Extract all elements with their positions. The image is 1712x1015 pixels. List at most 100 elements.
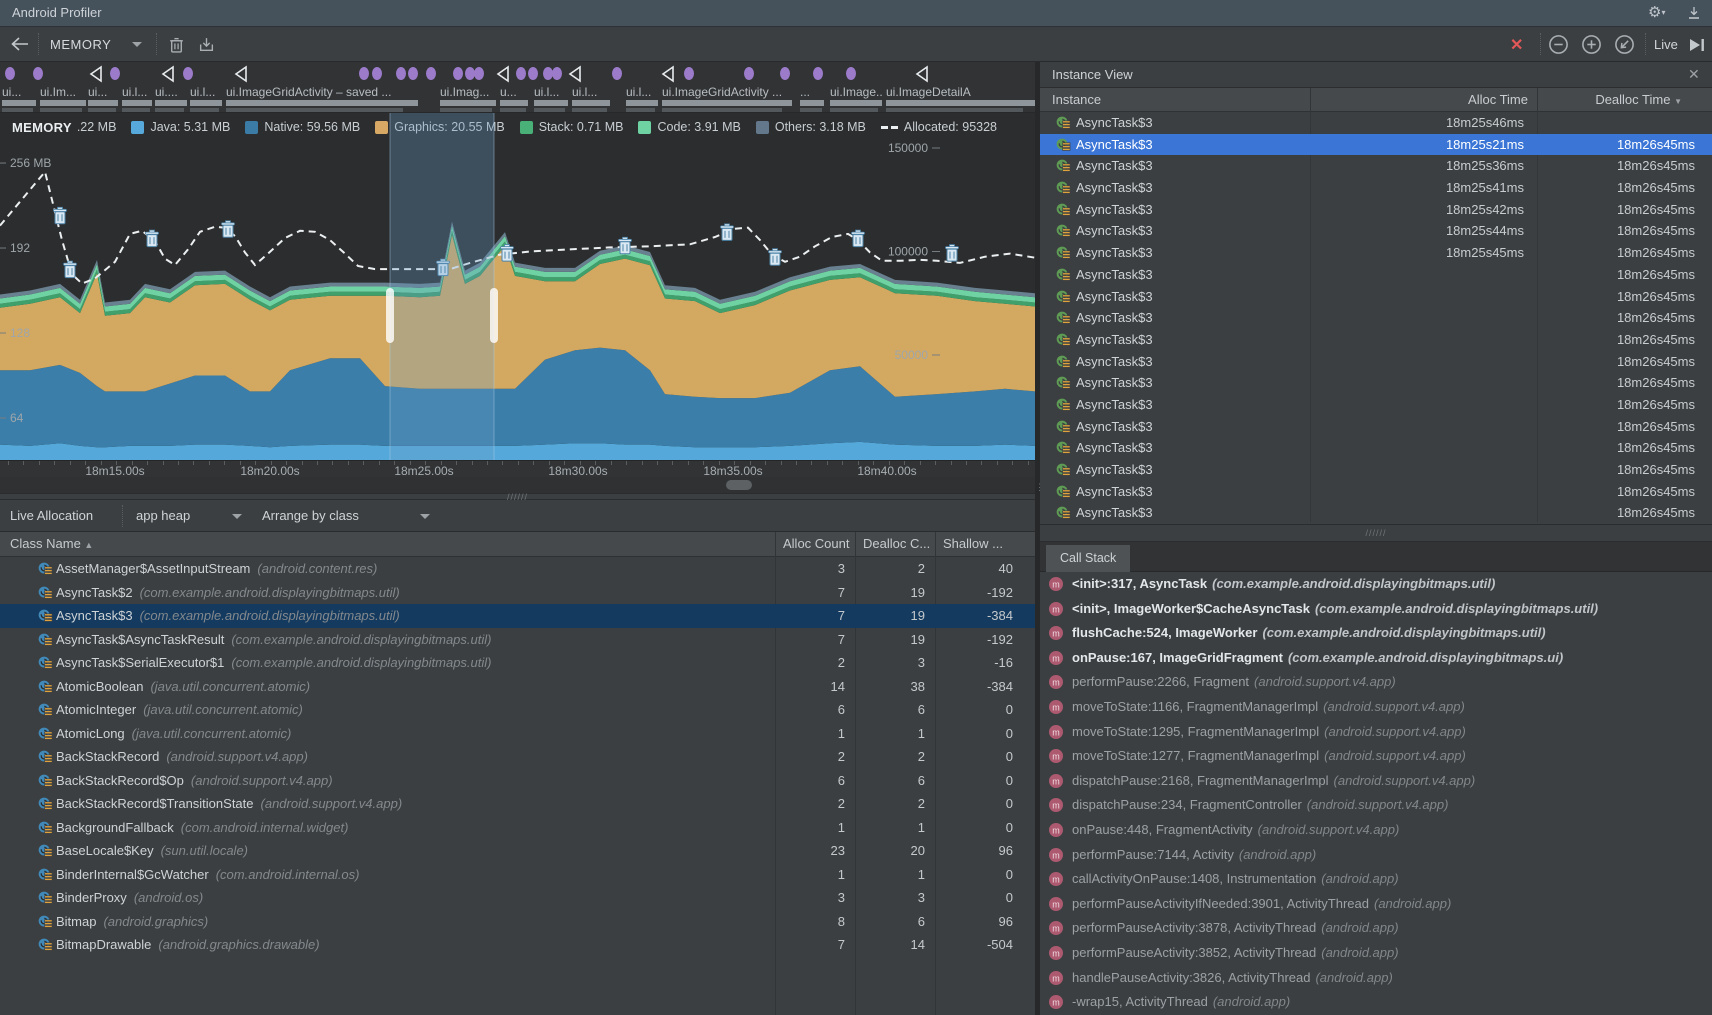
back-event-icon[interactable] <box>661 65 675 83</box>
activity-segment[interactable]: ui... <box>88 85 118 113</box>
stack-frame[interactable]: moveToState:1277, FragmentManagerImpl(an… <box>1040 744 1712 769</box>
close-icon[interactable]: ✕ <box>1688 66 1700 83</box>
time-range-selection[interactable] <box>390 113 494 460</box>
table-row[interactable]: AtomicInteger(java.util.concurrent.atomi… <box>0 698 1035 722</box>
gc-event-icon[interactable] <box>769 249 782 266</box>
activity-segment[interactable]: ui.l... <box>626 85 658 113</box>
activity-segment[interactable]: ui.... <box>155 85 187 113</box>
chevron-down-icon[interactable] <box>132 42 142 47</box>
table-row[interactable]: BackStackRecord(android.support.v4.app) … <box>0 745 1035 769</box>
table-row[interactable]: BackStackRecord$TransitionState(android.… <box>0 792 1035 816</box>
back-arrow-icon[interactable] <box>10 36 30 52</box>
stack-frame[interactable]: callActivityOnPause:1408, Instrumentatio… <box>1040 867 1712 892</box>
horizontal-splitter[interactable]: ////// <box>0 493 1035 500</box>
activity-event-dot[interactable] <box>528 67 538 80</box>
zoom-in-icon[interactable] <box>1581 34 1602 55</box>
gc-event-icon[interactable] <box>501 245 514 262</box>
column-class-name[interactable]: Class Name ▲ <box>10 536 93 551</box>
instance-row[interactable]: AsyncTask$3 18m26s45ms <box>1040 481 1712 503</box>
instance-row[interactable]: AsyncTask$3 18m26s45ms <box>1040 286 1712 308</box>
scrollbar-handle[interactable] <box>726 480 752 490</box>
gc-event-icon[interactable] <box>146 230 159 247</box>
timeline-scrollbar[interactable] <box>0 477 1035 493</box>
stack-frame[interactable]: flushCache:524, ImageWorker(com.example.… <box>1040 621 1712 646</box>
table-row[interactable]: BaseLocale$Key(sun.util.locale) 23 20 96 <box>0 839 1035 863</box>
stack-frame[interactable]: dispatchPause:2168, FragmentManagerImpl(… <box>1040 769 1712 794</box>
table-row[interactable]: AsyncTask$SerialExecutor$1(com.example.a… <box>0 651 1035 675</box>
gc-event-icon[interactable] <box>946 245 959 262</box>
activity-segment[interactable]: ui... <box>2 85 36 113</box>
table-row[interactable]: BinderProxy(android.os) 3 3 0 <box>0 886 1035 910</box>
instance-row[interactable]: AsyncTask$3 18m26s45ms <box>1040 437 1712 459</box>
activity-timeline[interactable]: ui... ui.Im... ui... ui.l... ui.... ui.l… <box>0 85 1035 113</box>
column-dealloc-time[interactable]: Dealloc Time ▼ <box>1558 92 1682 107</box>
back-event-icon[interactable] <box>915 65 929 83</box>
activity-event-dot[interactable] <box>5 67 15 80</box>
instance-row[interactable]: AsyncTask$3 18m26s45ms <box>1040 416 1712 438</box>
activity-event-dot[interactable] <box>516 67 526 80</box>
tab-call-stack[interactable]: Call Stack <box>1046 545 1130 572</box>
activity-segment[interactable]: ui.ImageGridActivity – saved ... <box>226 85 418 113</box>
activity-segment[interactable]: ... <box>800 85 824 113</box>
table-row[interactable]: AsyncTask$2(com.example.android.displayi… <box>0 581 1035 605</box>
back-event-icon[interactable] <box>496 65 510 83</box>
column-alloc-time[interactable]: Alloc Time <box>1408 92 1528 107</box>
gear-icon[interactable]: ⚙▾ <box>1648 5 1665 20</box>
activity-event-dot[interactable] <box>110 67 120 80</box>
activity-event-dot[interactable] <box>612 67 622 80</box>
instance-row[interactable]: AsyncTask$3 18m25s41ms 18m26s45ms <box>1040 177 1712 199</box>
stack-frame[interactable]: handlePauseActivity:3826, ActivityThread… <box>1040 966 1712 991</box>
activity-event-dot[interactable] <box>396 67 406 80</box>
stack-frame[interactable]: performPause:2266, Fragment(android.supp… <box>1040 670 1712 695</box>
instance-table[interactable]: AsyncTask$3 18m25s46ms AsyncTask$3 18m25… <box>1040 112 1712 522</box>
gc-event-icon[interactable] <box>64 261 77 278</box>
event-timeline[interactable] <box>0 62 1035 85</box>
close-session-icon[interactable]: ✕ <box>1510 35 1523 55</box>
back-event-icon[interactable] <box>568 65 582 83</box>
activity-event-dot[interactable] <box>426 67 436 80</box>
stack-frame[interactable]: moveToState:1295, FragmentManagerImpl(an… <box>1040 720 1712 745</box>
activity-event-dot[interactable] <box>359 67 369 80</box>
gc-event-icon[interactable] <box>54 207 67 224</box>
table-row[interactable]: AtomicLong(java.util.concurrent.atomic) … <box>0 722 1035 746</box>
column-instance[interactable]: Instance <box>1052 92 1101 107</box>
gc-event-icon[interactable] <box>619 237 632 254</box>
chevron-down-icon[interactable] <box>232 514 242 519</box>
activity-event-dot[interactable] <box>744 67 754 80</box>
activity-event-dot[interactable] <box>474 67 484 80</box>
stack-frame[interactable]: <init>:317, AsyncTask(com.example.androi… <box>1040 572 1712 597</box>
activity-segment[interactable]: ui.l... <box>190 85 222 113</box>
allocation-table[interactable]: AssetManager$AssetInputStream(android.co… <box>0 557 1035 1015</box>
activity-segment[interactable]: ui.l... <box>534 85 568 113</box>
column-shallow-size[interactable]: Shallow ... <box>943 536 1003 551</box>
selection-handle-left[interactable] <box>386 288 394 343</box>
activity-segment[interactable]: ui.Im... <box>40 85 86 113</box>
activity-event-dot[interactable] <box>33 67 43 80</box>
gc-event-icon[interactable] <box>852 230 865 247</box>
column-alloc-count[interactable]: Alloc Count <box>783 536 849 551</box>
stack-frame[interactable]: moveToState:1166, FragmentManagerImpl(an… <box>1040 695 1712 720</box>
chevron-down-icon[interactable] <box>420 514 430 519</box>
stack-frame[interactable]: performPauseActivity:3852, ActivityThrea… <box>1040 941 1712 966</box>
memory-area-chart[interactable]: 256 MB1921286415000010000050000 <box>0 113 1035 460</box>
table-row[interactable]: AtomicBoolean(java.util.concurrent.atomi… <box>0 675 1035 699</box>
table-row[interactable]: BackgroundFallback(com.android.internal.… <box>0 816 1035 840</box>
zoom-out-icon[interactable] <box>1548 34 1569 55</box>
instance-row[interactable]: AsyncTask$3 18m26s45ms <box>1040 372 1712 394</box>
stack-frame[interactable]: performPauseActivityIfNeeded:3901, Activ… <box>1040 892 1712 917</box>
live-button[interactable]: Live <box>1654 37 1678 52</box>
activity-segment[interactable]: ui.Imag... <box>440 85 496 113</box>
instance-row[interactable]: AsyncTask$3 18m26s45ms <box>1040 459 1712 481</box>
instance-row[interactable]: AsyncTask$3 18m26s45ms <box>1040 351 1712 373</box>
gc-event-icon[interactable] <box>222 221 235 238</box>
column-dealloc-count[interactable]: Dealloc C... <box>863 536 930 551</box>
memory-chart[interactable]: MEMORY.22 MB Java: 5.31 MBNative: 59.56 … <box>0 113 1035 460</box>
activity-segment[interactable]: ui.l... <box>572 85 610 113</box>
activity-segment[interactable]: ui.ImageDetailA <box>886 85 1035 113</box>
reset-zoom-icon[interactable] <box>1614 34 1635 55</box>
table-row[interactable]: Bitmap(android.graphics) 8 6 96 <box>0 910 1035 934</box>
back-event-icon[interactable] <box>234 65 248 83</box>
instance-row[interactable]: AsyncTask$3 18m26s45ms <box>1040 307 1712 329</box>
instance-row[interactable]: AsyncTask$3 18m26s45ms <box>1040 502 1712 522</box>
instance-row[interactable]: AsyncTask$3 18m25s45ms 18m26s45ms <box>1040 242 1712 264</box>
